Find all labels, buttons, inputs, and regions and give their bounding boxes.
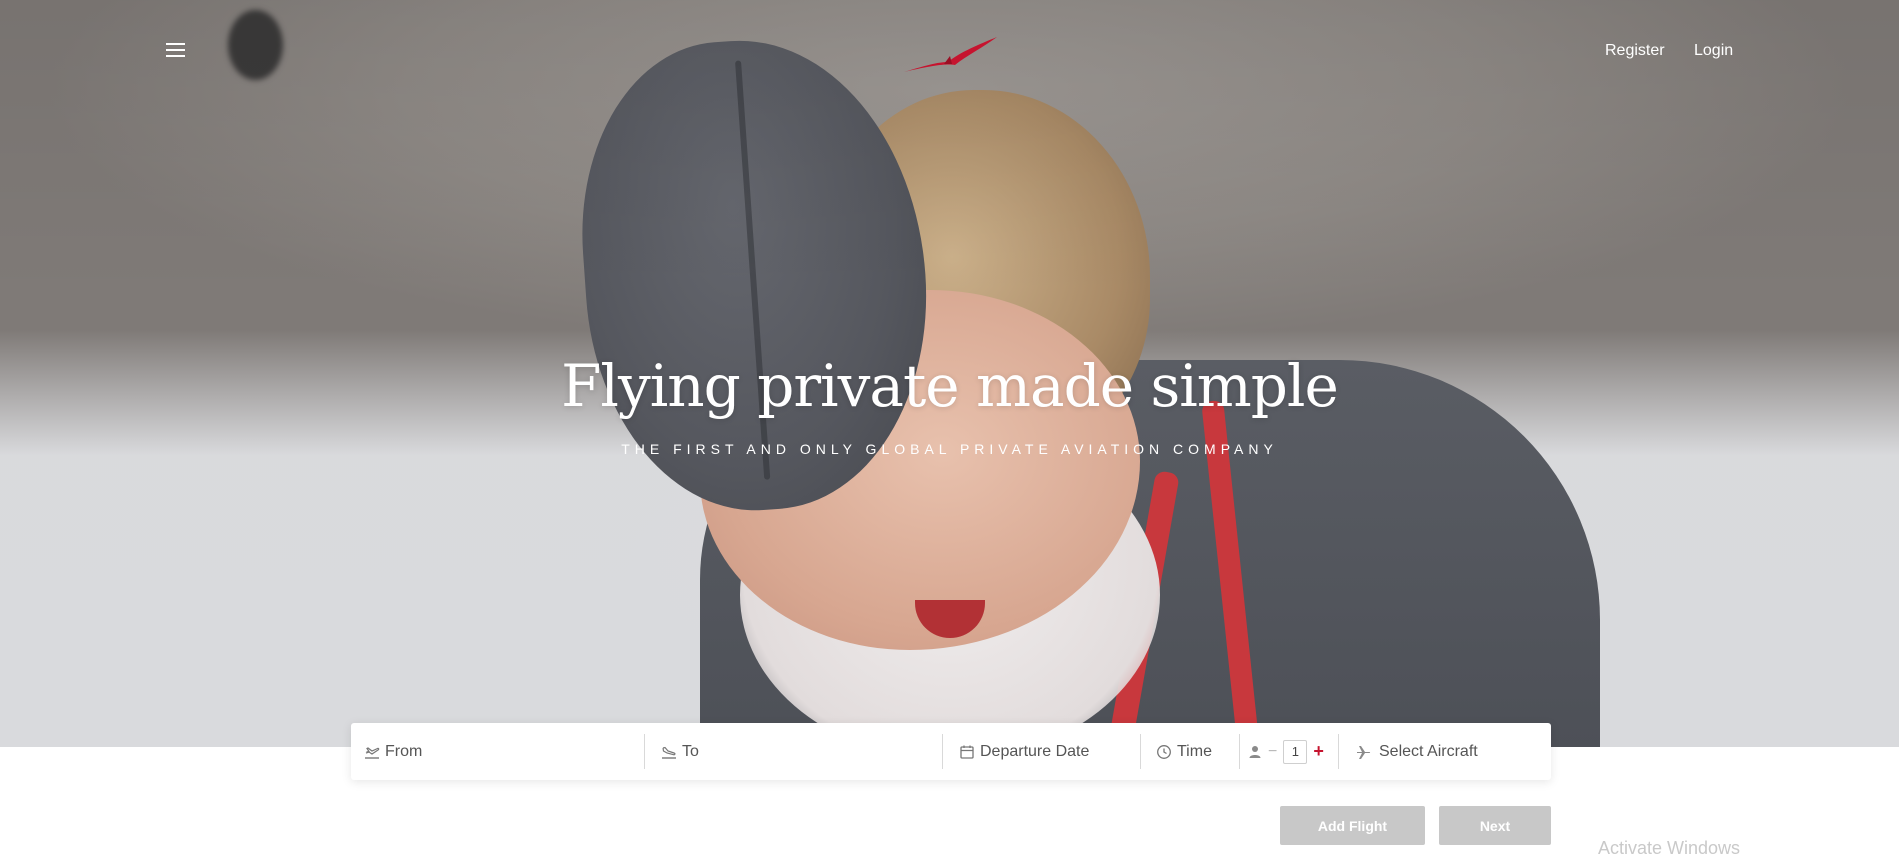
airplane-icon bbox=[1355, 743, 1373, 761]
select-aircraft-dropdown[interactable]: Select Aircraft bbox=[1355, 723, 1545, 780]
divider bbox=[1239, 734, 1240, 769]
from-placeholder: From bbox=[385, 742, 423, 760]
person-icon bbox=[1246, 743, 1264, 761]
divider bbox=[644, 734, 645, 769]
increment-passengers-button[interactable]: + bbox=[1313, 741, 1324, 762]
divider bbox=[1338, 734, 1339, 769]
time-placeholder: Time bbox=[1177, 742, 1212, 760]
plane-takeoff-icon bbox=[363, 743, 381, 761]
to-placeholder: To bbox=[682, 742, 699, 760]
hero-subtitle: THE FIRST AND ONLY GLOBAL PRIVATE AVIATI… bbox=[621, 441, 1278, 457]
hero-title: Flying private made simple bbox=[561, 352, 1339, 420]
divider bbox=[1140, 734, 1141, 769]
departure-date-placeholder: Departure Date bbox=[980, 742, 1090, 760]
passenger-stepper: − 1 + bbox=[1246, 723, 1346, 780]
activate-windows-watermark: Activate Windows bbox=[1598, 838, 1741, 858]
next-button[interactable]: Next bbox=[1439, 806, 1551, 845]
decrement-passengers-button[interactable]: − bbox=[1268, 743, 1277, 761]
flight-search-bar: From To Departure Date Time − 1 + Select… bbox=[351, 723, 1551, 780]
login-link[interactable]: Login bbox=[1694, 42, 1733, 60]
calendar-icon bbox=[958, 743, 976, 761]
bird-logo-icon[interactable] bbox=[900, 34, 1000, 78]
passenger-count[interactable]: 1 bbox=[1283, 739, 1308, 764]
divider bbox=[942, 734, 943, 769]
plane-landing-icon bbox=[660, 743, 678, 761]
clock-icon bbox=[1155, 743, 1173, 761]
from-field[interactable]: From bbox=[363, 723, 633, 780]
time-field[interactable]: Time bbox=[1155, 723, 1245, 780]
hamburger-menu-icon[interactable] bbox=[163, 43, 189, 61]
select-aircraft-placeholder: Select Aircraft bbox=[1379, 742, 1478, 760]
add-flight-button[interactable]: Add Flight bbox=[1280, 806, 1425, 845]
register-link[interactable]: Register bbox=[1605, 42, 1665, 60]
departure-date-field[interactable]: Departure Date bbox=[958, 723, 1138, 780]
to-field[interactable]: To bbox=[660, 723, 930, 780]
